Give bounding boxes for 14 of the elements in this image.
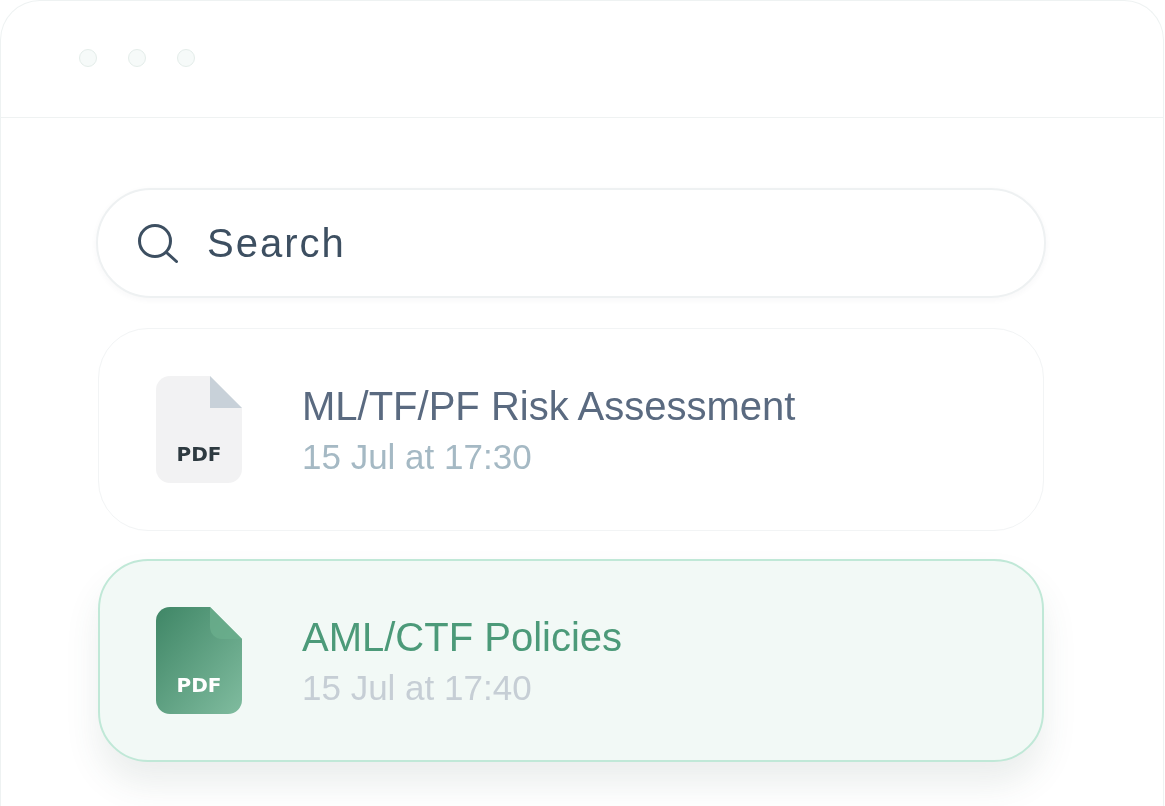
window-dot-icon[interactable] (79, 49, 97, 67)
file-list-item[interactable]: PDF ML/TF/PF Risk Assessment 15 Jul at 17:30 (98, 328, 1044, 531)
file-title: ML/TF/PF Risk Assessment (302, 382, 796, 430)
file-type-label: PDF (176, 674, 222, 696)
document-icon (156, 376, 242, 483)
file-type-label: PDF (176, 443, 222, 465)
document-icon (156, 607, 242, 714)
window-dot-icon[interactable] (128, 49, 146, 67)
file-date: 15 Jul at 17:30 (302, 435, 533, 478)
file-title: AML/CTF Policies (302, 613, 623, 661)
search-input[interactable]: Search (207, 219, 1004, 267)
search-field[interactable]: Search (96, 188, 1046, 298)
search-icon (138, 223, 178, 263)
window-dot-icon[interactable] (177, 49, 195, 67)
